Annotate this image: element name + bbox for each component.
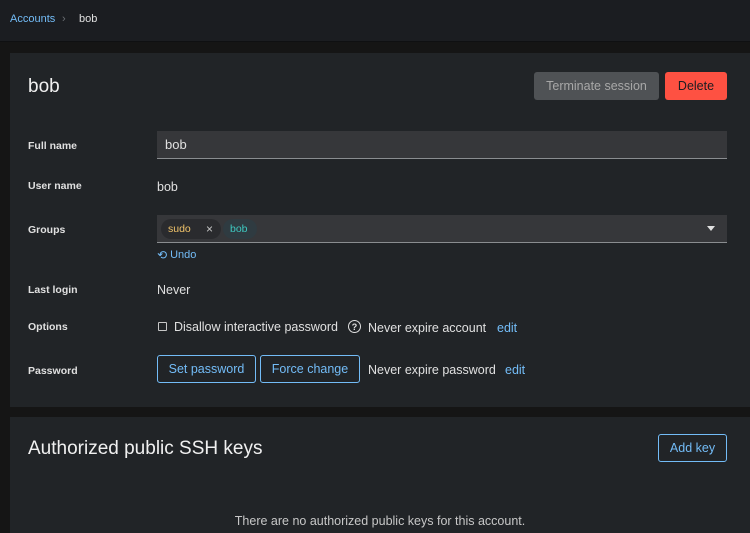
undo-button[interactable]: ⟲ Undo <box>157 248 196 262</box>
undo-icon: ⟲ <box>157 248 168 262</box>
ssh-keys-title: Authorized public SSH keys <box>28 438 263 459</box>
password-label: Password <box>28 365 78 377</box>
account-details-card: bob Terminate session Delete Full name b… <box>10 53 750 407</box>
user-name-value: bob <box>157 180 178 194</box>
ssh-keys-empty-text: There are no authorized public keys for … <box>234 514 526 528</box>
group-chip-label: sudo <box>168 223 191 235</box>
last-login-label: Last login <box>28 284 78 296</box>
groups-label: Groups <box>28 224 66 236</box>
never-expire-password-edit-link[interactable]: edit <box>505 363 525 377</box>
never-expire-account-edit-link[interactable]: edit <box>497 321 517 335</box>
never-expire-account-label: Never expire account <box>368 321 487 335</box>
help-icon[interactable]: ? <box>348 320 361 333</box>
full-name-input[interactable]: bob <box>157 131 727 159</box>
ssh-keys-card: Authorized public SSH keys Add key There… <box>10 417 750 533</box>
breadcrumb-accounts-link[interactable]: Accounts <box>10 13 55 25</box>
delete-button[interactable]: Delete <box>665 72 727 100</box>
breadcrumb-current: bob <box>79 13 98 25</box>
disallow-password-label: Disallow interactive password <box>174 320 338 334</box>
add-key-button[interactable]: Add key <box>658 434 727 462</box>
undo-label: Undo <box>170 249 197 261</box>
disallow-password-checkbox[interactable] <box>158 322 167 331</box>
options-label: Options <box>28 321 68 333</box>
page-title: bob <box>28 76 60 97</box>
user-name-label: User name <box>28 180 82 192</box>
last-login-value: Never <box>157 283 191 297</box>
group-chip-bob: bob <box>223 219 257 239</box>
force-change-button[interactable]: Force change <box>260 355 360 383</box>
full-name-label: Full name <box>28 140 78 152</box>
remove-chip-icon[interactable]: × <box>206 222 213 236</box>
breadcrumb-bar: Accounts › bob <box>0 0 750 42</box>
groups-select[interactable]: sudo × bob <box>157 215 727 243</box>
group-chip-sudo: sudo × <box>161 219 221 239</box>
never-expire-password-label: Never expire password <box>368 363 496 377</box>
breadcrumb-separator-icon: › <box>62 13 66 25</box>
set-password-button[interactable]: Set password <box>157 355 256 383</box>
terminate-session-button[interactable]: Terminate session <box>534 72 659 100</box>
group-chip-label: bob <box>230 223 248 235</box>
caret-down-icon[interactable] <box>707 226 715 231</box>
